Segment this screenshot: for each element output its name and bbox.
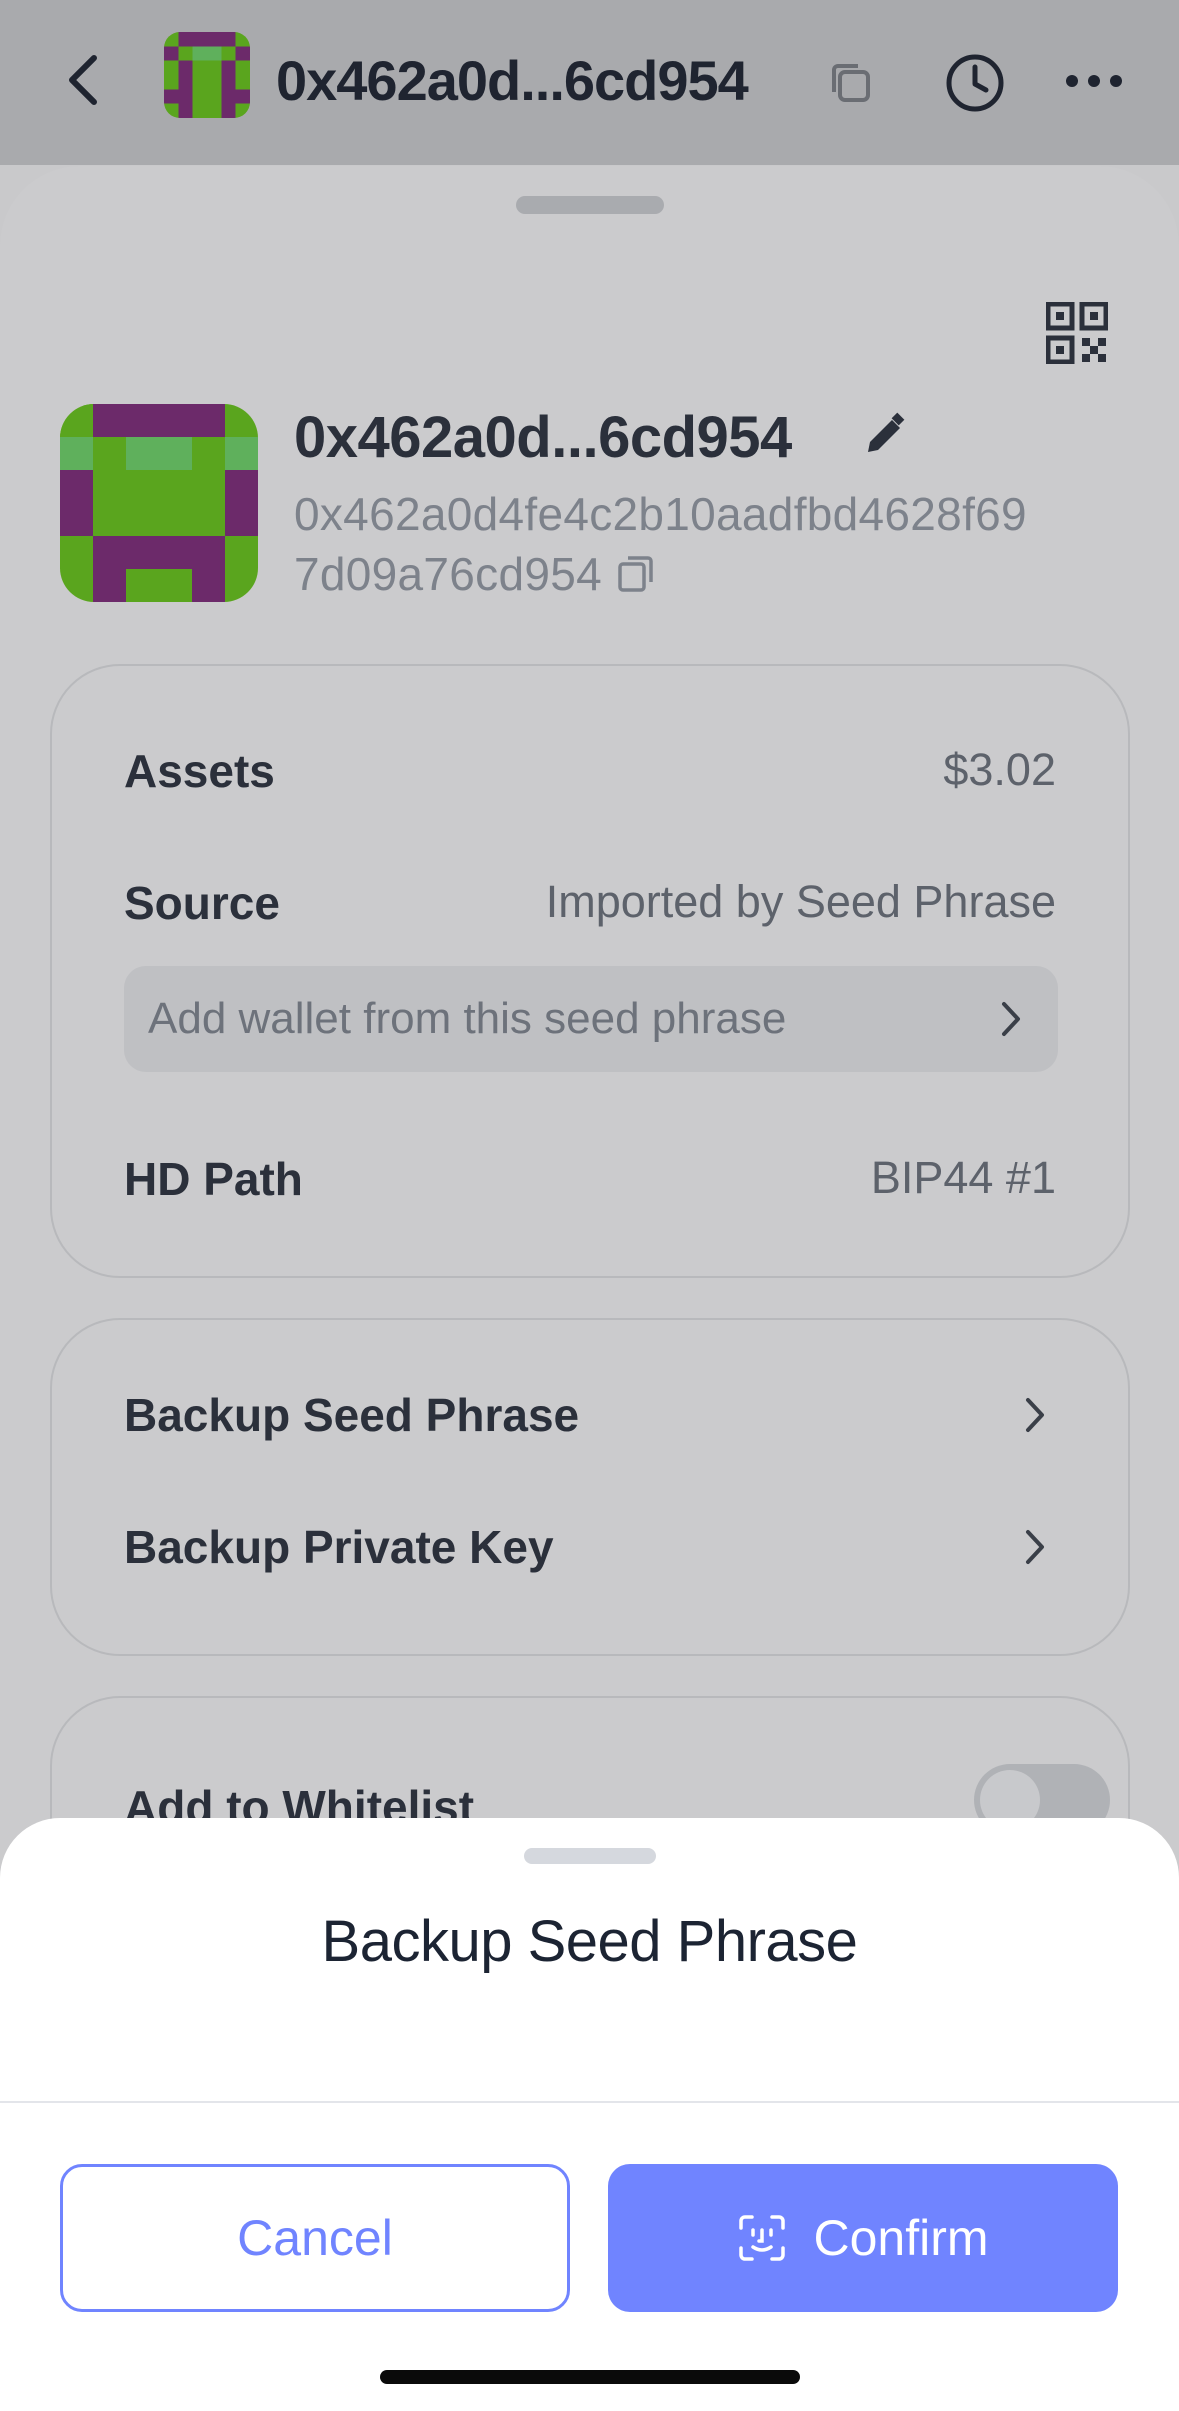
back-icon[interactable] <box>56 48 112 112</box>
top-navigation-bar: 0x462a0d...6cd954 <box>0 0 1179 165</box>
assets-label: Assets <box>124 745 275 797</box>
copy-icon[interactable] <box>826 58 876 108</box>
backup-seed-phrase-row[interactable]: Backup Seed Phrase <box>52 1360 1128 1470</box>
backup-private-key-label: Backup Private Key <box>124 1521 554 1573</box>
copy-address-icon[interactable] <box>616 548 656 592</box>
backup-seed-phrase-label: Backup Seed Phrase <box>124 1389 580 1441</box>
edit-name-icon[interactable] <box>862 412 908 458</box>
hd-path-value: BIP44 #1 <box>870 1152 1056 1203</box>
add-wallet-label: Add wallet from this seed phrase <box>148 994 787 1043</box>
sheet-drag-handle[interactable] <box>516 196 664 214</box>
cancel-label: Cancel <box>237 2210 393 2266</box>
confirm-button[interactable]: Confirm <box>608 2164 1118 2312</box>
source-value: Imported by Seed Phrase <box>545 876 1056 927</box>
backup-confirm-modal: Backup Seed Phrase Cancel Confirm <box>0 1818 1179 2411</box>
add-wallet-from-seed-button[interactable]: Add wallet from this seed phrase <box>124 966 1058 1072</box>
home-indicator <box>380 2370 800 2384</box>
address-line-2: 7d09a76cd954 <box>294 548 603 600</box>
modal-title: Backup Seed Phrase <box>321 1909 858 1974</box>
chevron-right-icon <box>1020 1392 1050 1438</box>
account-info-card: Assets $3.02 Source Imported by Seed Phr… <box>50 664 1130 1278</box>
assets-value: $3.02 <box>943 744 1056 795</box>
chevron-right-icon <box>1020 1524 1050 1570</box>
chevron-right-icon <box>996 996 1026 1042</box>
avatar <box>164 32 250 118</box>
page-title: 0x462a0d...6cd954 <box>276 49 749 112</box>
address-line-1: 0x462a0d4fe4c2b10aadfbd4628f69 <box>294 488 1027 540</box>
face-id-icon <box>737 2213 787 2263</box>
confirm-label: Confirm <box>813 2210 989 2266</box>
more-icon[interactable] <box>1064 66 1124 96</box>
hd-path-label: HD Path <box>124 1153 303 1205</box>
account-address: 0x462a0d4fe4c2b10aadfbd4628f69 7d09a76cd… <box>294 484 1124 604</box>
modal-drag-handle[interactable] <box>524 1848 656 1864</box>
history-icon[interactable] <box>944 52 1006 114</box>
source-label: Source <box>124 877 280 929</box>
divider <box>0 2101 1179 2103</box>
account-name: 0x462a0d...6cd954 <box>294 405 792 470</box>
qr-code-icon[interactable] <box>1045 301 1109 365</box>
account-avatar <box>60 404 258 602</box>
backup-card: Backup Seed Phrase Backup Private Key <box>50 1318 1130 1656</box>
cancel-button[interactable]: Cancel <box>60 2164 570 2312</box>
backup-private-key-row[interactable]: Backup Private Key <box>52 1492 1128 1602</box>
